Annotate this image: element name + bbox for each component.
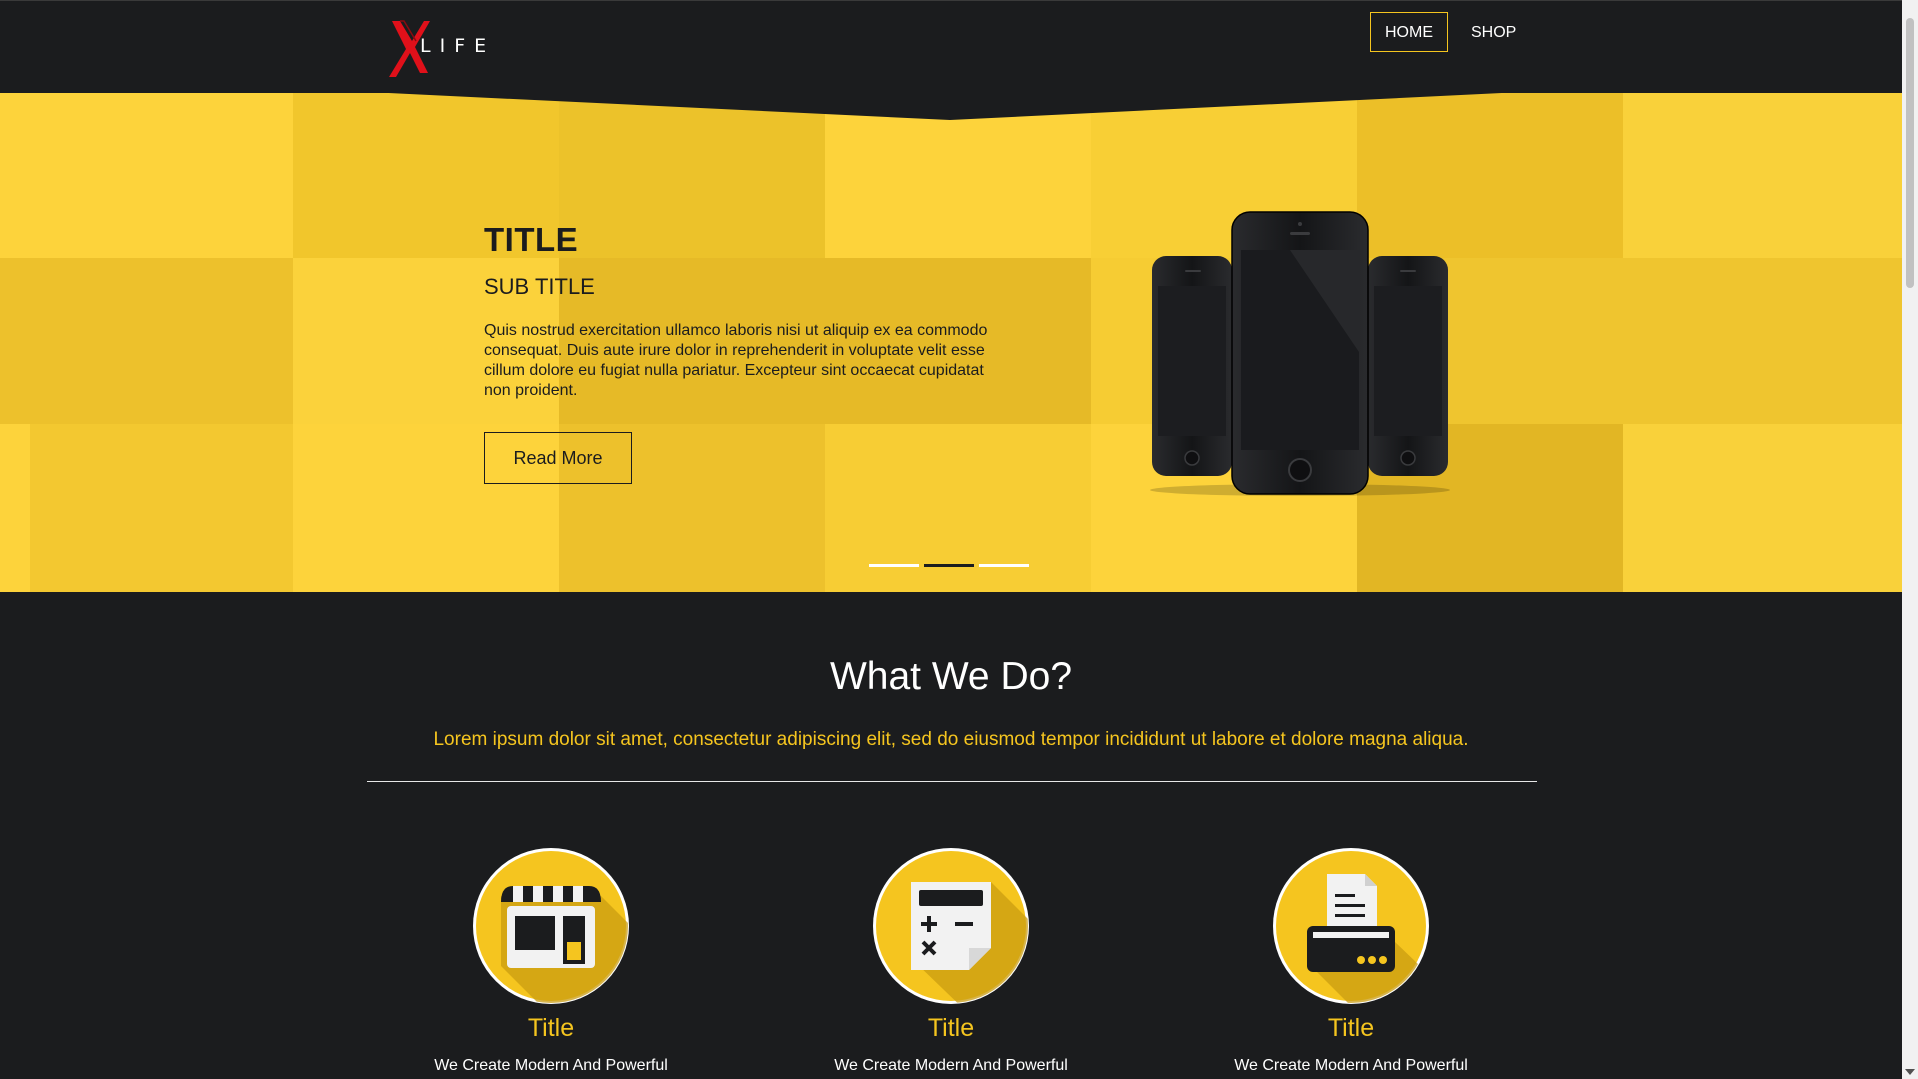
smartphones-image (1150, 211, 1450, 496)
section-divider (367, 781, 1537, 782)
hero-slider: TITLE SUB TITLE Quis nostrud exercitatio… (0, 92, 1902, 592)
hero-body-text: Quis nostrud exercitation ullamco labori… (484, 322, 988, 399)
feature-text-2: We Create Modern And Powerful (834, 1057, 1068, 1074)
slider-pagination (869, 564, 1029, 567)
slider-dot-1[interactable] (869, 564, 919, 567)
hero-subtitle: SUB TITLE (484, 274, 595, 299)
vertical-scrollbar[interactable] (1902, 0, 1918, 1079)
feature-title-2: Title (927, 1014, 975, 1042)
main-nav: HOME SHOP (1370, 12, 1539, 52)
feature-title-3: Title (1327, 1014, 1375, 1042)
feature-text-1: We Create Modern And Powerful (434, 1057, 668, 1074)
scroll-down-arrow-icon[interactable] (1905, 1069, 1915, 1075)
hero-title: TITLE (484, 221, 579, 258)
what-we-do-lead: Lorem ipsum dolor sit amet, consectetur … (433, 729, 1469, 750)
site-header: LIFE HOME SHOP (0, 0, 1902, 93)
calculator-icon (873, 848, 1029, 1004)
logo-text: LIFE (420, 35, 496, 57)
scrollbar-thumb[interactable] (1906, 18, 1914, 288)
nav-home[interactable]: HOME (1370, 12, 1448, 52)
slider-dot-3[interactable] (979, 564, 1029, 567)
feature-text-3: We Create Modern And Powerful (1234, 1057, 1468, 1074)
feature-card-shop: Title We Create Modern And Powerful (401, 846, 701, 1075)
page: LIFE HOME SHOP TITLE SUB TITLE Quis nost… (0, 0, 1902, 1079)
slider-dot-2[interactable] (924, 564, 974, 567)
feature-card-printer: Title We Create Modern And Powerful (1201, 846, 1501, 1075)
what-we-do-title: What We Do? (829, 655, 1073, 698)
printer-icon (1273, 848, 1429, 1004)
read-more-button[interactable]: Read More (484, 432, 632, 484)
shop-icon (473, 848, 629, 1004)
feature-title-1: Title (527, 1014, 575, 1042)
feature-card-calculator: Title We Create Modern And Powerful (801, 846, 1101, 1075)
nav-shop[interactable]: SHOP (1456, 12, 1531, 52)
